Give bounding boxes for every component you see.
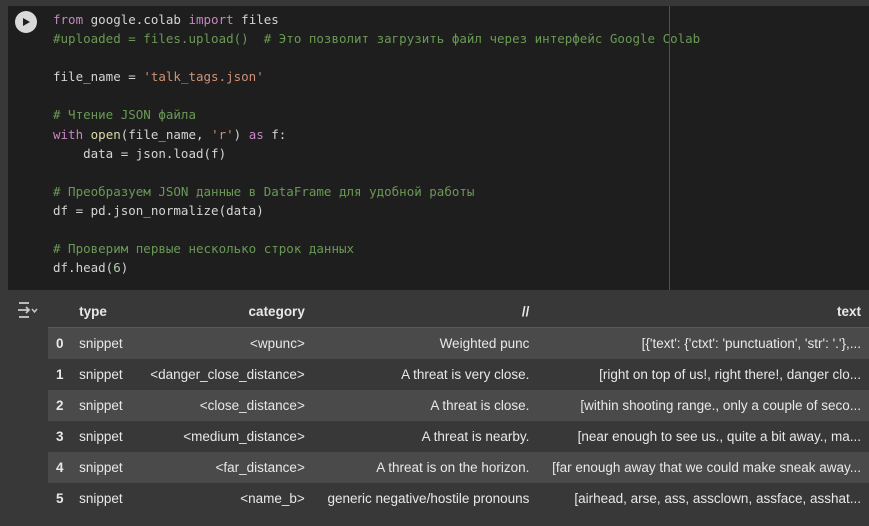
- code-token: 'r': [211, 126, 234, 142]
- cell-category: <name_b>: [240, 491, 305, 506]
- cell-type: snippet: [75, 327, 142, 359]
- code-line: #uploaded = files.upload() # Это позволи…: [53, 29, 700, 48]
- cell-category: <medium_distance>: [183, 429, 305, 444]
- cell-text: [within shooting range., only a couple o…: [537, 390, 869, 421]
- run-cell-button[interactable]: [15, 11, 37, 33]
- cell-slash: generic negative/hostile pronouns: [327, 491, 530, 506]
- code-line: from google.colab import files: [53, 10, 700, 29]
- cell-slash: Weighted punc: [312, 327, 538, 359]
- cell-text: [far enough away that we could make snea…: [537, 452, 869, 483]
- code-token: # Преобразуем JSON данные в DataFrame дл…: [53, 183, 475, 199]
- table-row: 5 snippet <name_b> generic negative/hostile…: [48, 483, 869, 514]
- output-toggle-icon[interactable]: [16, 300, 38, 320]
- table-row: 2 snippet <close_distance> A threat is clos…: [48, 390, 869, 421]
- table-row: 3 snippet <medium_distance> A threat is nea…: [48, 421, 869, 452]
- code-cell: from google.colab import files #uploaded …: [0, 0, 869, 290]
- code-token: ): [233, 126, 249, 142]
- column-header-type: type: [75, 296, 142, 328]
- cell-type: snippet: [75, 452, 142, 483]
- cell-slash: A threat is on the horizon.: [312, 452, 538, 483]
- column-header-slash: //: [312, 296, 538, 328]
- row-index: 4: [48, 452, 76, 483]
- index-header: [48, 296, 76, 328]
- code-token: df.head(: [53, 260, 114, 276]
- code-token: df = pd.json_normalize(data): [53, 202, 264, 218]
- cell-text: [{'text': {'ctxt': 'punctuation', 'str':…: [537, 327, 869, 359]
- code-token: with: [53, 126, 91, 142]
- code-line: df.head(6): [53, 258, 700, 277]
- code-token: file_name =: [53, 69, 144, 85]
- cell-text: [near enough to see us., quite a bit awa…: [577, 429, 861, 444]
- code-token: 6: [113, 260, 121, 276]
- cell-output: type category // text 0 snippet <wpunc> Wei…: [48, 296, 869, 514]
- table-row: 4 snippet <far_distance> A threat is on the…: [48, 452, 869, 483]
- code-token: f:: [271, 126, 287, 142]
- cell-category: <wpunc>: [141, 327, 313, 359]
- cell-text: [right on top of us!, right there!, dang…: [599, 367, 861, 382]
- cell-type: snippet: [75, 390, 142, 421]
- code-token: (file_name,: [120, 126, 212, 142]
- code-token: open: [90, 126, 121, 142]
- code-line: # Проверим первые несколько строк данных: [53, 239, 700, 258]
- row-index: 2: [48, 390, 76, 421]
- code-line: # Чтение JSON файла: [53, 105, 700, 124]
- code-token: 'talk_tags.json': [143, 69, 264, 85]
- code-line: with open(file_name, 'r') as f:: [53, 125, 700, 144]
- cell-slash: A threat is very close.: [401, 367, 530, 382]
- cell-category: <close_distance>: [141, 390, 313, 421]
- cell-text: [airhead, arse, ass, assclown, assface, …: [574, 491, 861, 506]
- column-header-category: category: [141, 296, 313, 328]
- code-token: #uploaded = files.upload() # Это позволи…: [53, 31, 701, 47]
- code-token: as: [248, 126, 272, 142]
- column-header-text: text: [537, 296, 869, 328]
- code-token: ): [120, 260, 129, 276]
- code-token: from: [53, 12, 91, 27]
- table-row: 0 snippet <wpunc> Weighted punc [{'text': {'…: [48, 327, 869, 359]
- row-index: 5: [56, 491, 64, 506]
- code-line: df = pd.json_normalize(data): [53, 201, 700, 220]
- code-token: import: [188, 12, 242, 27]
- cell-type: snippet: [79, 491, 123, 506]
- code-token: # Чтение JSON файла: [53, 107, 196, 123]
- table-header-row: type category // text: [48, 296, 869, 328]
- table-row: 1 snippet <danger_close_distance> A threat …: [48, 359, 869, 390]
- cell-slash: A threat is nearby.: [421, 429, 530, 444]
- code-token: files: [241, 12, 279, 27]
- code-token: google.colab: [90, 12, 189, 27]
- cell-type: snippet: [79, 367, 123, 382]
- code-token: data = json.load(f): [53, 145, 227, 161]
- row-index: 1: [56, 367, 64, 382]
- code-line: # Преобразуем JSON данные в DataFrame дл…: [53, 182, 700, 201]
- code-token: # Проверим первые несколько строк данных: [53, 241, 355, 257]
- cell-category: <far_distance>: [141, 452, 313, 483]
- dataframe-table: type category // text 0 snippet <wpunc> Wei…: [48, 296, 869, 514]
- code-line: file_name = 'talk_tags.json': [53, 67, 700, 86]
- cell-category: <danger_close_distance>: [150, 367, 305, 382]
- play-icon: [23, 18, 30, 26]
- code-line: data = json.load(f): [53, 144, 700, 163]
- cell-slash: A threat is close.: [312, 390, 538, 421]
- row-index: 0: [48, 327, 76, 359]
- code-text: from google.colab import files #uploaded …: [53, 10, 700, 277]
- row-index: 3: [56, 429, 64, 444]
- cell-type: snippet: [79, 429, 123, 444]
